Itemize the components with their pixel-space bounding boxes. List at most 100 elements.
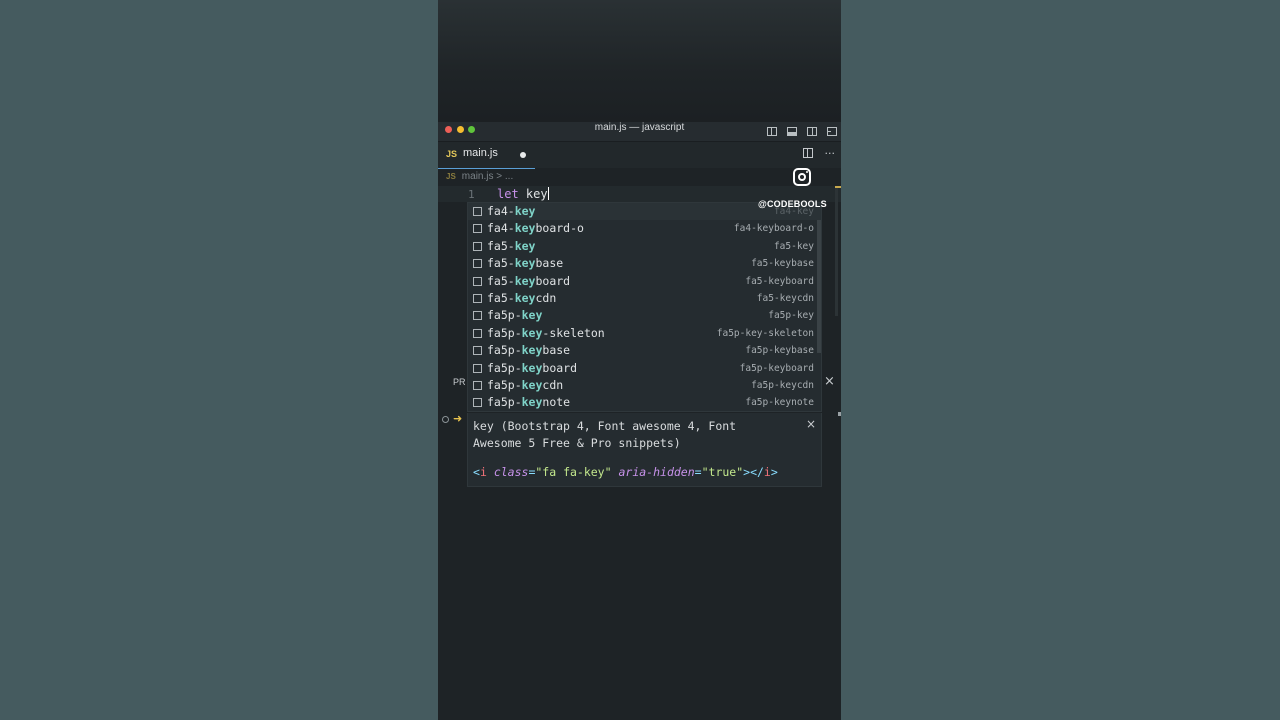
suggestion-label: fa5p-keyboard (487, 361, 577, 375)
suggestion-detail: fa5p-key-skeleton (716, 327, 814, 339)
suggestion-item[interactable]: fa5p-keyboard fa5p-keyboard (468, 360, 821, 377)
suggestion-prefix: fa5- (487, 290, 515, 305)
suggestion-detail: fa5p-keycdn (751, 379, 814, 391)
suggestion-item[interactable]: fa5-keycdn fa5-keycdn (468, 290, 821, 307)
suggestion-prefix: fa5- (487, 273, 515, 288)
tab-main-js[interactable]: JS main.js (438, 142, 535, 169)
suggestion-suffix: note (542, 395, 571, 410)
terminal-status-icon (442, 416, 449, 423)
suggestion-match: key (521, 325, 543, 340)
split-editor-icon[interactable] (802, 148, 813, 158)
suggestion-detail: fa5p-keybase (745, 345, 814, 357)
suggestion-prefix: fa5p- (487, 360, 522, 375)
right-backdrop (841, 0, 1280, 720)
suggestion-detail: fa5-keyboard (745, 275, 814, 287)
suggestion-label: fa5p-keycdn (487, 378, 563, 392)
breadcrumb: JS main.js > ... (446, 171, 513, 183)
top-fade (438, 0, 841, 122)
snippet-tag: i (479, 465, 487, 479)
unsaved-dot-icon[interactable] (520, 152, 526, 158)
suggestion-item[interactable]: fa5p-keynote fa5p-keynote (468, 394, 821, 411)
suggestion-suffix: board-o (535, 221, 584, 236)
suggestion-match: key (514, 256, 536, 271)
code-keyword: let (497, 187, 519, 201)
snippet-icon (473, 311, 482, 321)
snippet-icon (473, 207, 482, 216)
text-cursor (547, 187, 549, 200)
panel-close-icon[interactable]: × (824, 374, 835, 389)
suggestion-suffix: board (542, 360, 578, 375)
breadcrumb-file[interactable]: main.js (462, 171, 494, 182)
suggestion-match: key (521, 395, 543, 410)
code-typed: key (525, 187, 548, 201)
suggestion-label: fa4-key (487, 204, 535, 218)
details-description: key (Bootstrap 4, Font awesome 4, Font A… (473, 419, 737, 450)
suggestion-detail: fa4-keyboard-o (733, 223, 814, 235)
suggestion-item[interactable]: fa5p-keycdn fa5p-keycdn (468, 377, 821, 394)
suggestion-match: key (514, 204, 536, 218)
suggestion-item[interactable]: fa5-keyboard fa5-keyboard (468, 273, 821, 290)
suggestion-suffix: -skeleton (542, 325, 605, 340)
snippet-attr-aria: aria-hidden (618, 465, 695, 479)
suggestion-details: key (Bootstrap 4, Font awesome 4, Font A… (467, 413, 822, 487)
suggestion-suffix: base (535, 256, 564, 271)
snippet-icon (473, 346, 482, 356)
suggestion-label: fa5p-key (487, 308, 542, 322)
snippet-icon (473, 241, 482, 251)
editor-actions: ··· (802, 147, 836, 160)
title-bar: main.js — javascript (438, 122, 841, 142)
snippet-icon (473, 276, 482, 286)
snippet-icon (473, 224, 482, 234)
toggle-sidebar-icon[interactable] (767, 127, 777, 136)
snippet-icon (473, 363, 482, 373)
terminal-scroll-mark (838, 412, 841, 416)
suggestion-match: key (514, 238, 536, 253)
suggestion-detail: fa5p-keynote (745, 397, 814, 409)
suggestion-prefix: fa5p- (487, 395, 522, 410)
suggestion-item[interactable]: fa5p-key-skeleton fa5p-key-skeleton (468, 325, 821, 342)
tab-bar: JS main.js ··· (438, 142, 841, 169)
overview-ruler[interactable] (835, 186, 838, 316)
suggestion-label: fa5-keyboard (487, 274, 570, 288)
suggestion-label: fa5p-keybase (487, 343, 570, 357)
suggestion-detail: fa5p-key (768, 310, 814, 322)
details-close-icon[interactable]: × (806, 417, 816, 431)
snippet-close: ></ (743, 465, 764, 479)
snippet-val-aria: "true" (701, 465, 744, 479)
suggestion-match: key (521, 377, 543, 392)
suggestion-widget: fa4-key fa4-key fa4-keyboard-o fa4-keyboard… (467, 202, 822, 412)
suggestion-suffix: cdn (535, 290, 557, 305)
details-snippet: <i class="fa fa-key" aria-hidden="true">… (473, 465, 778, 479)
suggestion-item[interactable]: fa5-key fa5-key (468, 238, 821, 255)
suggestion-label: fa5-key (487, 239, 535, 253)
suggestion-detail: fa5-keycdn (756, 292, 814, 304)
suggestion-item[interactable]: fa4-keyboard-o fa4-keyboard-o (468, 220, 821, 237)
terminal-prompt-icon: ➜ (453, 412, 463, 425)
toggle-panel-icon[interactable] (787, 127, 797, 136)
suggestion-prefix: fa4- (487, 221, 515, 236)
suggestion-prefix: fa5p- (487, 325, 522, 340)
breadcrumb-rest[interactable]: ... (505, 171, 513, 182)
suggestion-match: key (521, 308, 543, 323)
code-line[interactable]: let key (497, 187, 549, 201)
suggestion-match: key (514, 290, 536, 305)
suggestion-label: fa5-keycdn (487, 291, 556, 305)
toggle-secondary-sidebar-icon[interactable] (807, 127, 817, 136)
snippet-val-class: "fa fa-key" (535, 465, 612, 479)
snippet-icon (473, 398, 482, 408)
suggestion-label: fa5p-keynote (487, 395, 570, 409)
suggestion-item[interactable]: fa5p-keybase fa5p-keybase (468, 342, 821, 359)
suggestion-item[interactable]: fa5-keybase fa5-keybase (468, 255, 821, 272)
suggestion-suffix: base (542, 343, 571, 358)
panel-tab-problems[interactable]: PR (453, 377, 466, 387)
line-number: 1 (468, 188, 475, 201)
suggestion-prefix: fa5p- (487, 343, 522, 358)
more-actions-icon[interactable]: ··· (825, 147, 836, 160)
customize-layout-icon[interactable] (827, 127, 837, 136)
suggestion-suffix: cdn (542, 377, 564, 392)
snippet-eq-2: = (694, 465, 702, 479)
breadcrumb-js-icon: JS (446, 172, 456, 181)
suggestion-item[interactable]: fa5p-key fa5p-key (468, 307, 821, 324)
snippet-icon (473, 259, 482, 269)
breadcrumb-separator: > (496, 171, 503, 182)
